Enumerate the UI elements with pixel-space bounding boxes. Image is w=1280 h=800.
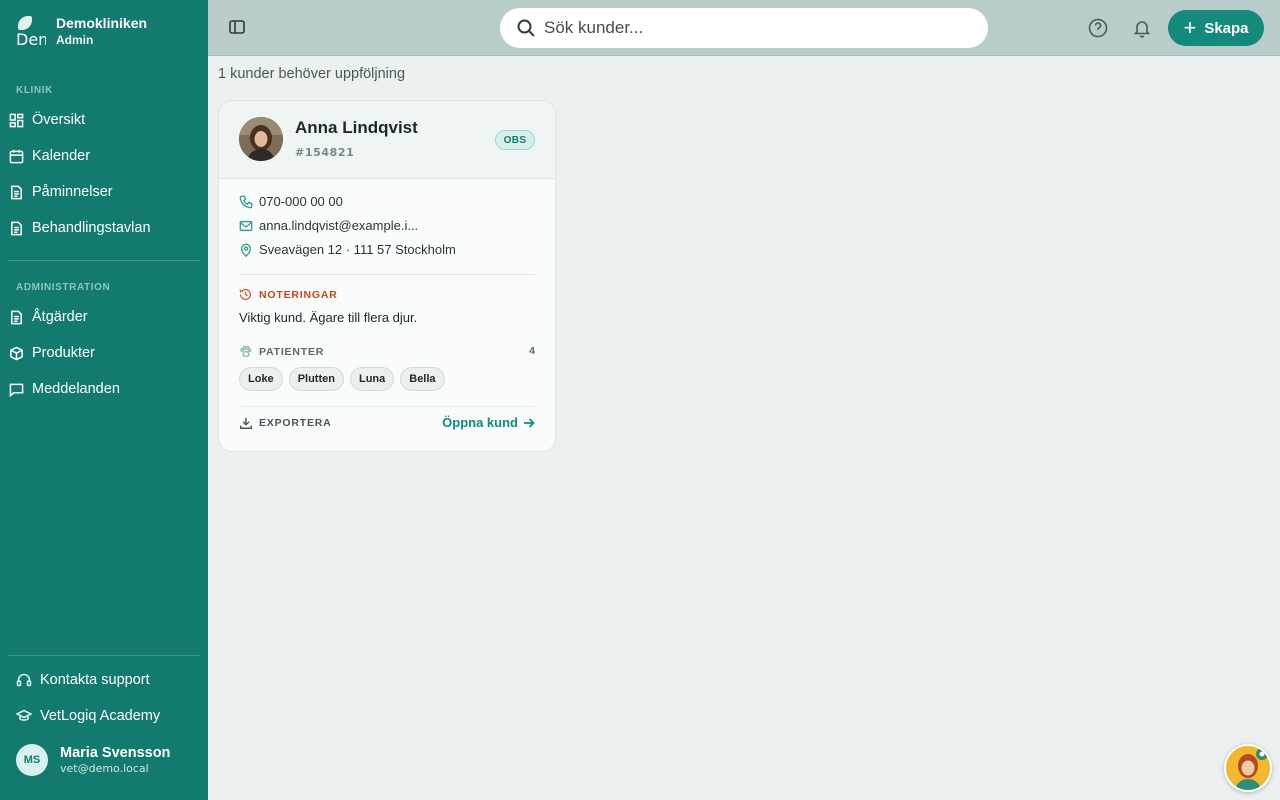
sidebar-item-atgarder[interactable]: Åtgärder	[8, 301, 200, 333]
history-icon	[239, 288, 251, 300]
sidebar-item-label: Åtgärder	[32, 309, 88, 325]
document-icon	[8, 220, 24, 236]
patient-chip[interactable]: Plutten	[288, 367, 344, 391]
patient-chip[interactable]: Luna	[349, 367, 395, 391]
sidebar-item-label: Översikt	[32, 112, 86, 128]
email-row[interactable]: anna.lindqvist@example.i...	[239, 218, 418, 233]
help-button[interactable]	[1088, 18, 1108, 38]
sidebar-item-behandlingstavlan[interactable]: Behandlingstavlan	[8, 212, 200, 244]
open-customer-link[interactable]: Öppna kund	[442, 415, 535, 430]
follow-up-summary: 1 kunder behöver uppföljning	[218, 66, 406, 82]
headset-icon	[16, 673, 32, 687]
document-icon	[8, 184, 24, 200]
mail-icon	[239, 220, 253, 231]
sidebar-divider	[8, 655, 200, 656]
customer-name: Anna Lindqvist	[295, 118, 418, 137]
graduation-cap-icon	[16, 709, 32, 721]
phone-icon	[239, 195, 253, 208]
paw-icon	[240, 345, 252, 357]
support-label: Kontakta support	[40, 672, 150, 688]
section-label-administration: ADMINISTRATION	[16, 282, 111, 293]
customer-card[interactable]: Anna Lindqvist #154821 OBS 070-000 00 00…	[218, 100, 556, 452]
customer-avatar	[239, 117, 283, 161]
create-label: Skapa	[1204, 19, 1249, 37]
address: Sveavägen 12 · 111 57 Stockholm	[259, 242, 456, 257]
help-icon	[1088, 18, 1108, 38]
search-bar[interactable]	[500, 8, 988, 48]
support-link[interactable]: Kontakta support	[16, 668, 150, 692]
sidebar-item-meddelanden[interactable]: Meddelanden	[8, 373, 200, 405]
card-header: Anna Lindqvist #154821 OBS	[219, 101, 555, 179]
phone-row[interactable]: 070-000 00 00	[239, 194, 343, 209]
user-name: Maria Svensson	[60, 745, 171, 761]
sidebar-item-produkter[interactable]: Produkter	[8, 337, 200, 369]
user-role: Admin	[56, 33, 94, 47]
dashboard-icon	[8, 112, 24, 128]
sidebar-divider	[8, 260, 200, 261]
notes-heading: NOTERINGAR	[239, 288, 338, 301]
section-label-klinik: KLINIK	[16, 85, 53, 96]
create-button[interactable]: + Skapa	[1168, 10, 1264, 46]
patients-heading: PATIENTER	[239, 345, 324, 358]
sidebar-item-label: Produkter	[32, 345, 95, 361]
academy-label: VetLogiq Academy	[40, 708, 161, 724]
sidebar-item-kalender[interactable]: Kalender	[8, 140, 200, 172]
message-icon	[8, 381, 24, 397]
clinic-logo: Dem	[16, 14, 46, 48]
customer-id: #154821	[295, 146, 355, 159]
sidebar-item-label: Behandlingstavlan	[32, 220, 151, 236]
sidebar-item-paminnelser[interactable]: Påminnelser	[8, 176, 200, 208]
download-icon	[240, 417, 252, 429]
user-email: vet@demo.local	[60, 762, 149, 775]
email-address: anna.lindqvist@example.i...	[259, 218, 419, 233]
document-icon	[8, 309, 24, 325]
card-divider	[239, 274, 535, 275]
map-pin-icon	[240, 243, 252, 257]
card-divider	[239, 406, 535, 407]
sidebar-panel-icon	[229, 20, 245, 34]
phone-number: 070-000 00 00	[259, 194, 343, 209]
search-input[interactable]	[544, 18, 944, 38]
address-row: Sveavägen 12 · 111 57 Stockholm	[239, 242, 456, 257]
status-badge: OBS	[495, 130, 535, 150]
sidebar-item-label: Meddelanden	[32, 381, 120, 397]
plus-icon: +	[1183, 15, 1197, 40]
notes-text: Viktig kund. Ägare till flera djur.	[239, 310, 418, 325]
bell-icon	[1133, 21, 1151, 38]
patients-count: 4	[529, 345, 535, 357]
academy-link[interactable]: VetLogiq Academy	[16, 704, 160, 728]
avatar: MS	[16, 744, 48, 776]
user-profile[interactable]: MS Maria Svensson vet@demo.local	[16, 744, 170, 776]
sidebar-item-label: Påminnelser	[32, 184, 113, 200]
arrow-right-icon	[524, 417, 535, 428]
clinic-name: Demokliniken	[56, 15, 148, 31]
sidebar-item-oversikt[interactable]: Översikt	[8, 104, 200, 136]
sidebar-item-label: Kalender	[32, 148, 91, 164]
patient-chips: Loke Plutten Luna Bella	[239, 367, 451, 391]
topbar: + Skapa	[208, 0, 1280, 56]
assistant-avatar-button[interactable]	[1224, 744, 1272, 792]
sidebar: Dem Demokliniken Admin KLINIK Översikt K…	[0, 0, 208, 800]
box-icon	[8, 345, 24, 361]
sidebar-toggle-button[interactable]	[228, 18, 248, 38]
patient-chip[interactable]: Bella	[400, 367, 445, 391]
brand[interactable]: Dem Demokliniken Admin	[16, 14, 147, 48]
calendar-icon	[8, 148, 24, 164]
patient-chip[interactable]: Loke	[239, 367, 283, 391]
export-button[interactable]: EXPORTERA	[239, 416, 332, 430]
notifications-button[interactable]	[1132, 18, 1152, 38]
search-icon	[517, 19, 535, 37]
